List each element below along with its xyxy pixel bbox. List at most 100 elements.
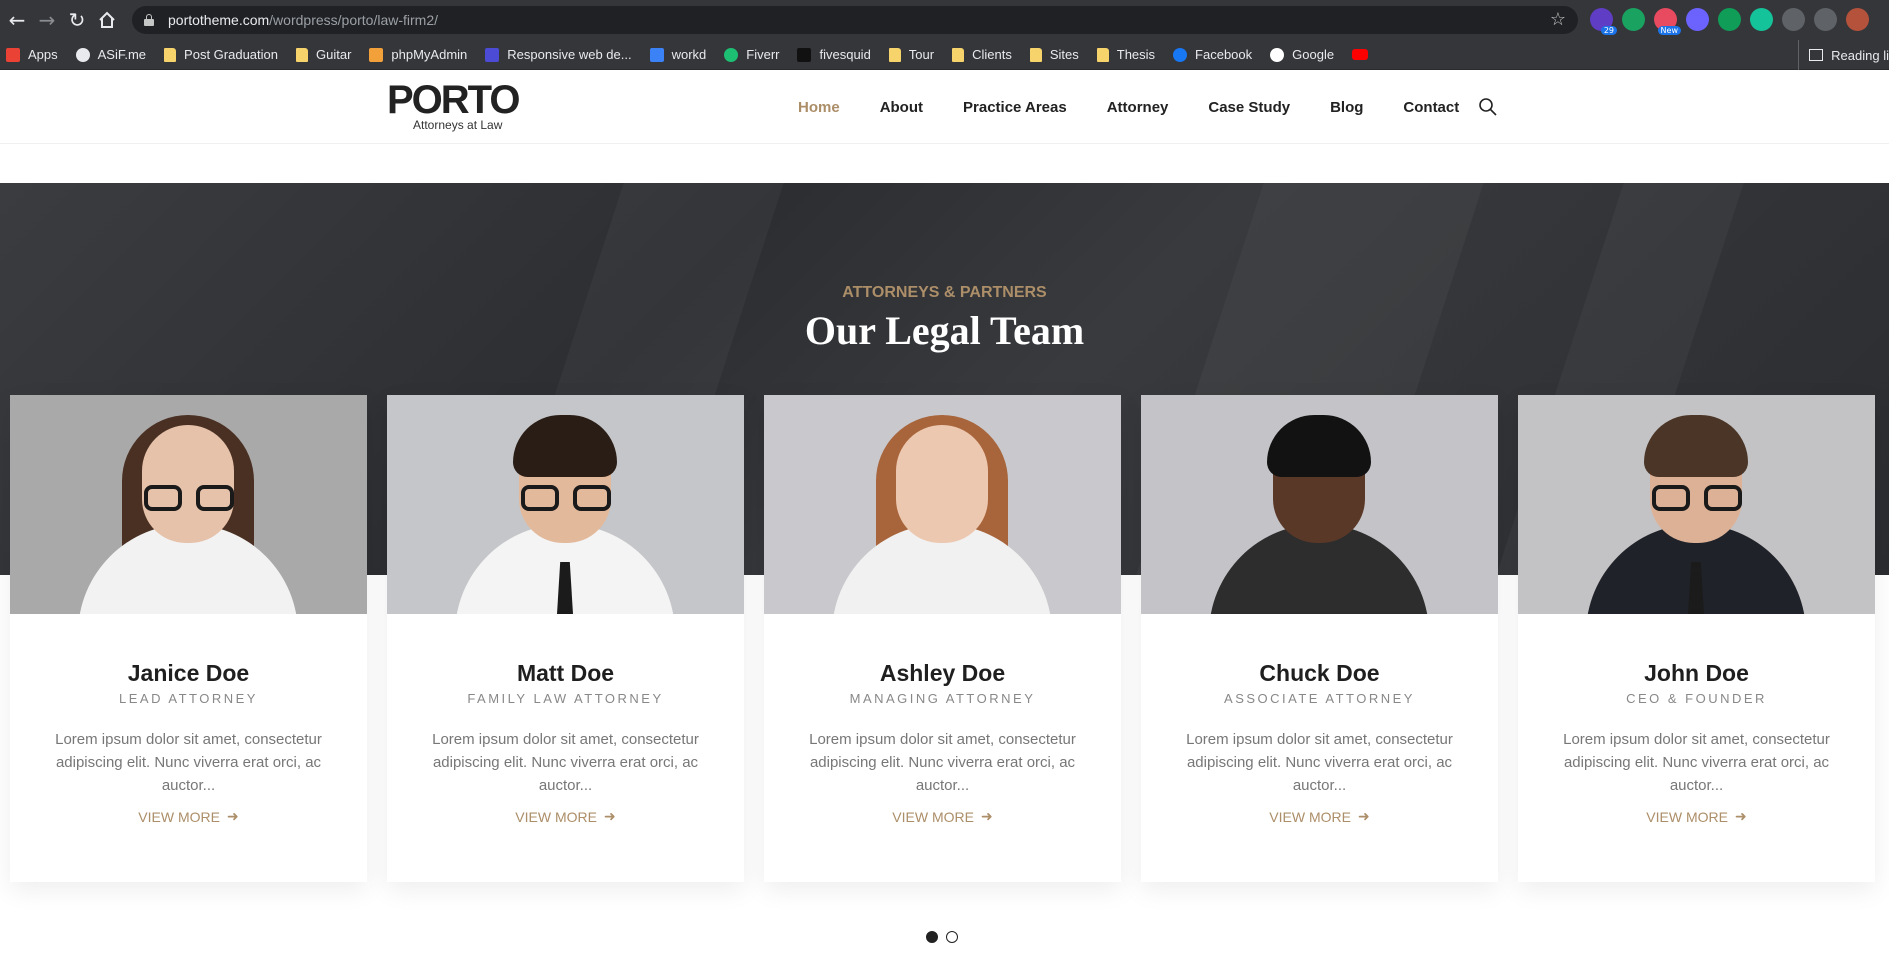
ext-refresh-icon[interactable] <box>1622 8 1645 31</box>
nav-item-attorney[interactable]: Attorney <box>1107 99 1169 116</box>
bookmark-label: ASiF.me <box>97 47 147 62</box>
reading-list-icon <box>1809 49 1824 61</box>
reload-icon[interactable]: ↻ <box>62 5 92 35</box>
address-bar[interactable]: portotheme.com/wordpress/porto/law-firm2… <box>132 6 1578 34</box>
view-more-label: VIEW MORE <box>1646 809 1728 825</box>
extension-badge: 29 <box>1600 26 1617 35</box>
nav-item-about[interactable]: About <box>880 99 923 116</box>
member-name: Chuck Doe <box>1259 660 1380 686</box>
member-name: Matt Doe <box>516 660 615 686</box>
bookmark-sites[interactable]: Sites <box>1029 47 1079 62</box>
folder-icon <box>164 47 177 62</box>
bookmark-asif-me[interactable]: ASiF.me <box>75 47 147 62</box>
bookmark-star-icon[interactable]: ☆ <box>1550 9 1566 30</box>
arrow-right-icon: ➜ <box>226 809 239 825</box>
puzzle-icon[interactable] <box>1782 8 1805 31</box>
bookmark-clients[interactable]: Clients <box>952 47 1012 62</box>
f-logo-icon <box>797 47 812 62</box>
member-role: CEO & FOUNDER <box>1626 691 1767 706</box>
globe-icon <box>75 47 90 62</box>
carousel-dot-1[interactable] <box>926 931 938 943</box>
member-name: John Doe <box>1644 660 1749 686</box>
bookmark-google[interactable]: Google <box>1270 47 1334 62</box>
view-more-link[interactable]: VIEW MORE ➜ <box>515 809 615 825</box>
member-description: Lorem ipsum dolor sit amet, consectetur … <box>809 731 1076 794</box>
view-more-link[interactable]: VIEW MORE ➜ <box>138 809 238 825</box>
member-role: ASSOCIATE ATTORNEY <box>1224 691 1415 706</box>
nav-item-blog[interactable]: Blog <box>1330 99 1363 116</box>
w-logo-icon <box>485 47 500 62</box>
ext-29-icon[interactable]: 29 <box>1590 8 1617 35</box>
view-more-link[interactable]: VIEW MORE ➜ <box>1269 809 1369 825</box>
bookmark-thesis[interactable]: Thesis <box>1096 47 1156 62</box>
bookmark-fiverr[interactable]: Fiverr <box>724 47 779 62</box>
bookmark-tour[interactable]: Tour <box>888 47 935 62</box>
profile-avatar[interactable] <box>1846 8 1869 31</box>
bookmark-post-graduation[interactable]: Post Graduation <box>164 47 278 62</box>
youtube-icon <box>1352 49 1369 60</box>
team-card: Janice Doe LEAD ATTORNEY Lorem ipsum dolor… <box>10 395 367 882</box>
lock-icon[interactable] <box>144 14 154 26</box>
member-description: Lorem ipsum dolor sit amet, consectetur … <box>1563 731 1830 794</box>
team-card: John Doe CEO & FOUNDER Lorem ipsum dolor s… <box>1518 395 1875 882</box>
bookmark-label: Thesis <box>1116 47 1156 62</box>
view-more-link[interactable]: VIEW MORE ➜ <box>892 809 992 825</box>
logo-wordmark: PORTO <box>387 78 521 122</box>
team-card: Chuck Doe ASSOCIATE ATTORNEY Lorem ipsum d… <box>1141 395 1498 882</box>
media-icon[interactable] <box>1814 8 1837 31</box>
team-card: Matt Doe FAMILY LAW ATTORNEY Lorem ipsum d… <box>387 395 744 882</box>
bookmark-label: Guitar <box>316 47 352 62</box>
bookmark-label: Sites <box>1049 47 1079 62</box>
bookmark-phpmyadmin[interactable]: phpMyAdmin <box>369 47 467 62</box>
bookmark-facebook[interactable]: Facebook <box>1173 47 1252 62</box>
arrow-right-icon: ➜ <box>1357 809 1370 825</box>
bookmark-responsive-web-de[interactable]: Responsive web de... <box>485 47 632 62</box>
back-icon[interactable]: ← <box>2 5 32 35</box>
reading-list[interactable]: Reading li <box>1798 40 1889 70</box>
main-navigation: Home About Practice Areas Attorney Case Stud… <box>778 70 1479 144</box>
team-member-photo[interactable] <box>1518 395 1875 614</box>
team-member-photo[interactable] <box>1141 395 1498 614</box>
bookmark-workd[interactable]: workd <box>649 47 706 62</box>
member-description: Lorem ipsum dolor sit amet, consectetur … <box>1186 731 1453 794</box>
carousel-dot-2[interactable] <box>946 931 958 943</box>
bookmark-label: Responsive web de... <box>507 47 632 62</box>
nav-item-contact[interactable]: Contact <box>1403 99 1459 116</box>
bookmark-label: Tour <box>908 47 935 62</box>
team-member-photo[interactable] <box>10 395 367 614</box>
ext-leaf-icon[interactable] <box>1718 8 1741 31</box>
view-more-link[interactable]: VIEW MORE ➜ <box>1646 809 1746 825</box>
bookmark-guitar[interactable]: Guitar <box>296 47 351 62</box>
view-more-label: VIEW MORE <box>138 809 220 825</box>
home-icon[interactable] <box>92 5 122 35</box>
google-icon <box>1270 47 1285 62</box>
ext-pen-icon[interactable] <box>1686 8 1709 31</box>
carousel-dots <box>926 931 958 943</box>
folder-icon <box>888 47 901 62</box>
bookmark-fivesquid[interactable]: fivesquid <box>797 47 871 62</box>
folder-icon <box>1029 47 1042 62</box>
extensions-bar: 29 New <box>1590 8 1869 35</box>
search-icon[interactable] <box>1478 97 1498 117</box>
bookmark-youtube[interactable] <box>1352 49 1376 60</box>
section-title: Our Legal Team <box>804 308 1085 353</box>
member-name: Ashley Doe <box>879 660 1006 686</box>
folder-icon <box>952 47 965 62</box>
team-member-photo[interactable] <box>387 395 744 614</box>
nav-item-practice-areas[interactable]: Practice Areas <box>963 99 1067 116</box>
member-description: Lorem ipsum dolor sit amet, consectetur … <box>432 731 699 794</box>
section-eyebrow: ATTORNEYS & PARTNERS <box>842 284 1047 301</box>
apps-grid-icon <box>6 47 20 62</box>
ext-grammarly-icon[interactable] <box>1750 8 1773 31</box>
ext-rainbow-icon[interactable]: New <box>1654 8 1681 35</box>
team-member-photo[interactable] <box>764 395 1121 614</box>
bookmark-label: Fiverr <box>746 47 780 62</box>
nav-item-case-study[interactable]: Case Study <box>1208 99 1290 116</box>
phpmyadmin-icon <box>369 47 384 62</box>
site-logo[interactable]: PORTO Attorneys at Law <box>387 78 521 132</box>
forward-icon[interactable]: → <box>32 5 62 35</box>
view-more-label: VIEW MORE <box>892 809 974 825</box>
arrow-right-icon: ➜ <box>1734 809 1747 825</box>
bookmark-apps[interactable]: Apps <box>6 47 58 62</box>
nav-item-home[interactable]: Home <box>798 99 840 116</box>
